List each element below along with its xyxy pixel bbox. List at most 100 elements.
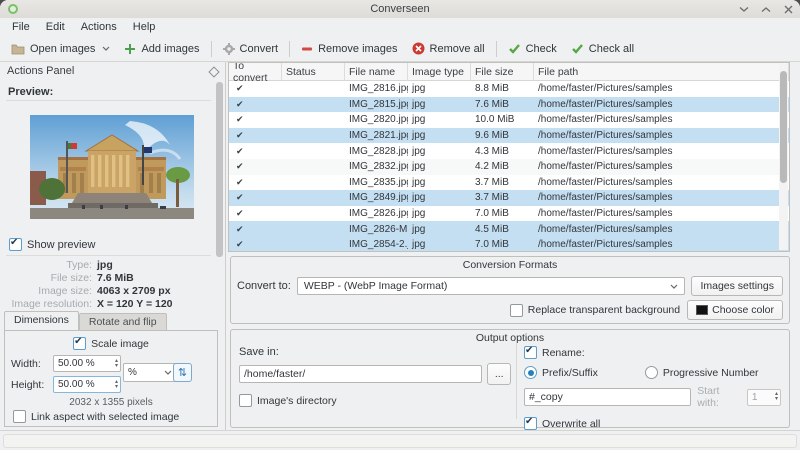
table-row[interactable]: ✔ IMG_2821.jpg jpg 9.6 MiB/home/faster/Pict…	[229, 127, 789, 144]
table-row[interactable]: ✔ IMG_2826.jpg jpg 7.0 MiB/home/faster/Pict…	[229, 206, 789, 222]
output-options-group: Output options Save in: ... Image's dire…	[230, 329, 790, 430]
scale-image-checkbox[interactable]: Scale image	[5, 336, 217, 350]
cell-file-size: 9.6 MiB	[475, 130, 509, 142]
row-check-icon[interactable]: ✔	[236, 239, 244, 249]
menu-actions[interactable]: Actions	[73, 19, 125, 35]
table-row[interactable]: ✔ IMG_2820.jpg jpg 10.0 MiB/home/faster/Pic…	[229, 112, 789, 128]
images-settings-button[interactable]: Images settings	[691, 276, 783, 296]
actions-panel-title: Actions Panel	[7, 65, 75, 77]
table-row[interactable]: ✔ IMG_2828.jpg jpg 4.3 MiB/home/faster/Pict…	[229, 143, 789, 159]
replace-background-checkbox[interactable]: Replace transparent background	[509, 303, 680, 317]
remove-images-button[interactable]: Remove images	[294, 40, 404, 58]
close-button[interactable]	[782, 3, 794, 15]
row-check-icon[interactable]: ✔	[236, 83, 244, 93]
save-in-input[interactable]	[239, 365, 483, 383]
menu-help[interactable]: Help	[125, 19, 164, 35]
chevron-up-icon	[761, 6, 771, 12]
browse-button[interactable]: ...	[487, 363, 511, 385]
cell-to-convert: ✔	[229, 177, 282, 188]
row-check-icon[interactable]: ✔	[236, 99, 244, 109]
open-images-button[interactable]: Open images	[4, 40, 117, 58]
rename-pattern-input[interactable]	[524, 388, 692, 406]
check-label: Check	[525, 42, 557, 55]
table-row[interactable]: ✔ IMG_2832.jpg jpg 4.2 MiB/home/faster/Pict…	[229, 158, 789, 175]
stepper-arrows-icon[interactable]: ▴ ▾	[115, 377, 118, 392]
stepper-arrows-icon[interactable]: ▴ ▾	[115, 356, 118, 371]
table-row[interactable]: ✔ IMG_2826-M... jpg 4.5 MiB/home/faster/Pic…	[229, 221, 789, 237]
titlebar[interactable]: Converseen	[0, 0, 800, 18]
row-check-icon[interactable]: ✔	[236, 161, 244, 171]
tab-dimensions[interactable]: Dimensions	[4, 311, 79, 330]
remove-all-label: Remove all	[429, 42, 485, 55]
table-row[interactable]: ✔ IMG_2815.jpg jpg 7.6 MiB/home/faster/Pict…	[229, 96, 789, 113]
row-check-icon[interactable]: ✔	[236, 192, 244, 202]
cell-file-name: IMG_2820.jpg	[349, 114, 408, 126]
show-preview-checkbox[interactable]: Show preview	[9, 237, 95, 251]
convert-button[interactable]: Convert	[216, 40, 286, 58]
table-scrollbar[interactable]	[779, 64, 788, 250]
overwrite-all-checkbox[interactable]: Overwrite all	[524, 416, 781, 430]
cell-file-name: IMG_2826.jpg	[349, 208, 408, 220]
progressive-number-radio[interactable]: Progressive Number	[644, 366, 759, 379]
rename-checkbox[interactable]: Rename:	[524, 345, 781, 359]
table-row[interactable]: ✔ IMG_2849.jpg jpg 3.7 MiB/home/faster/Pict…	[229, 190, 789, 206]
float-panel-button[interactable]	[208, 66, 220, 78]
remove-all-button[interactable]: Remove all	[405, 39, 492, 58]
menu-edit[interactable]: Edit	[38, 19, 73, 35]
cell-to-convert: ✔	[229, 130, 282, 141]
row-check-icon[interactable]: ✔	[236, 224, 244, 234]
row-check-icon[interactable]: ✔	[236, 208, 244, 218]
column-header-to-convert[interactable]: To convert	[229, 63, 282, 84]
check-all-button[interactable]: Check all	[564, 40, 641, 58]
add-images-button[interactable]: Add images	[117, 40, 206, 58]
format-select[interactable]: WEBP - (WebP Image Format)	[296, 277, 686, 295]
cell-to-convert: ✔	[229, 114, 282, 125]
statusbar-frame	[3, 434, 797, 448]
row-check-icon[interactable]: ✔	[236, 130, 244, 140]
table-row[interactable]: ✔ IMG_2854-2.j... jpg 7.0 MiB/home/faster/P…	[229, 236, 789, 251]
actions-panel-header: Actions Panel	[0, 62, 225, 80]
link-aspect-checkbox[interactable]: Link aspect with selected image	[13, 410, 179, 423]
height-label: Height:	[11, 378, 45, 391]
width-stepper[interactable]: 50.00 % ▴ ▾	[53, 355, 121, 372]
menu-file[interactable]: File	[4, 19, 38, 35]
height-stepper[interactable]: 50.00 % ▴ ▾	[53, 376, 121, 393]
row-check-icon[interactable]: ✔	[236, 177, 244, 187]
row-check-icon[interactable]: ✔	[236, 114, 244, 124]
cell-file-path: /home/faster/Pictures/samples	[538, 192, 673, 204]
cell-image-type: jpg	[412, 83, 426, 95]
start-with-stepper[interactable]: 1 ▴ ▾	[746, 388, 781, 406]
table-row[interactable]: ✔ IMG_2835.jpg jpg 3.7 MiB/home/faster/Pict…	[229, 175, 789, 191]
chevron-down-icon	[671, 284, 678, 289]
checkbox-icon	[73, 336, 87, 350]
prefix-suffix-radio[interactable]: Prefix/Suffix	[524, 366, 598, 379]
swap-dimensions-button[interactable]: ⇅	[173, 363, 192, 382]
cell-file-path: /home/faster/Pictures/samples	[538, 114, 673, 126]
check-button[interactable]: Check	[501, 40, 564, 58]
check-all-label: Check all	[588, 42, 635, 55]
tab-rotate-and-flip[interactable]: Rotate and flip	[78, 313, 167, 330]
pixels-note: 2032 x 1355 pixels	[69, 397, 153, 408]
maximize-button[interactable]	[760, 3, 772, 15]
unit-select[interactable]: %	[123, 363, 177, 382]
column-header-file-path[interactable]: File path	[534, 63, 789, 80]
column-header-file-name[interactable]: File name	[345, 63, 408, 80]
choose-color-button[interactable]: Choose color	[687, 300, 783, 320]
column-header-status[interactable]: Status	[282, 63, 345, 80]
cell-to-convert: ✔	[229, 99, 282, 110]
table-row[interactable]: ✔ IMG_2816.jpg jpg 8.8 MiB/home/faster/Pict…	[229, 81, 789, 97]
row-check-icon[interactable]: ✔	[236, 146, 244, 156]
minimize-button[interactable]	[738, 3, 750, 15]
toolbar: Open images Add images Convert Remove im…	[0, 36, 800, 62]
images-directory-label: Image's directory	[257, 394, 337, 407]
info-value: jpg	[97, 258, 113, 271]
column-header-file-size[interactable]: File size	[471, 63, 534, 80]
info-value: 7.6 MiB	[97, 271, 134, 284]
column-header-image-type[interactable]: Image type	[408, 63, 471, 80]
cell-file-size: 3.7 MiB	[475, 176, 509, 188]
cell-image-type: jpg	[412, 223, 426, 235]
images-directory-checkbox[interactable]: Image's directory	[239, 394, 511, 407]
panel-scrollbar[interactable]	[216, 82, 223, 257]
cell-file-path: /home/faster/Pictures/samples	[538, 176, 673, 188]
table-scrollbar-thumb[interactable]	[780, 71, 787, 183]
